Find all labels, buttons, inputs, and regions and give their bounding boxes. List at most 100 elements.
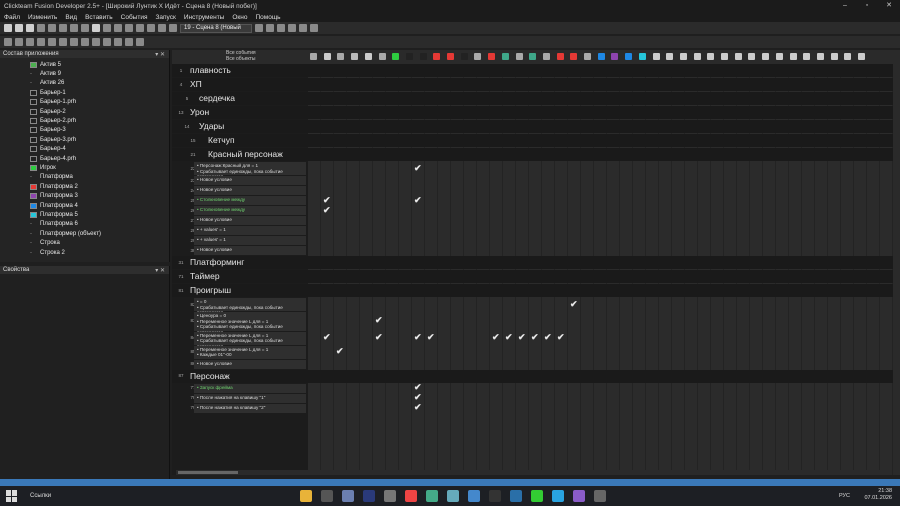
undo-icon[interactable] [70, 24, 78, 32]
taskbar-search[interactable]: Ссылки [30, 493, 51, 499]
menu-item-2[interactable]: Вид [65, 14, 77, 21]
object-column-icon[interactable] [310, 53, 317, 60]
object-column-icon[interactable] [447, 53, 454, 60]
frame-editor-icon[interactable] [136, 24, 144, 32]
action-check-icon[interactable]: ✔ [323, 205, 331, 216]
app-icon-2[interactable] [321, 490, 333, 502]
action-check-icon[interactable]: ✔ [414, 332, 422, 343]
action-check-icon[interactable]: ✔ [505, 332, 513, 343]
event-row[interactable]: 26 • Столкновение между ✔ [172, 205, 893, 216]
open-file-icon[interactable] [15, 24, 23, 32]
event-row[interactable]: 85 • Переменное значение L для = 1 • Кажды… [172, 345, 893, 359]
event-group[interactable]: 15 Кетчуп [172, 134, 893, 147]
run-frame-icon[interactable] [114, 24, 122, 32]
tree-item[interactable]: · Строка [0, 238, 169, 247]
event-row[interactable]: 30 • Новое условие [172, 246, 893, 255]
app-icon-9[interactable] [468, 490, 480, 502]
save-icon[interactable] [26, 24, 34, 32]
steam-icon[interactable] [510, 490, 522, 502]
language-indicator[interactable]: РУС [839, 493, 850, 499]
event-group[interactable]: 21 Красный персонаж [172, 148, 893, 161]
search-icon[interactable] [136, 38, 144, 46]
object-column-icon[interactable] [364, 53, 372, 60]
object-column-icon[interactable] [693, 53, 701, 60]
tree-item[interactable]: · Платформер (объект) [0, 229, 169, 238]
object-column-icon[interactable] [419, 53, 427, 60]
action-check-icon[interactable]: ✔ [375, 332, 383, 343]
condition-cell[interactable]: • + values' = 1 [194, 226, 306, 235]
condition-cell[interactable]: • После нажатия на клавишу "1" [194, 393, 306, 403]
object-column-icon[interactable] [803, 53, 811, 60]
condition-cell[interactable]: • Запуск фрейма [194, 383, 306, 393]
object-column-icon[interactable] [323, 53, 331, 60]
action-check-icon[interactable]: ✔ [531, 332, 539, 343]
object-column-icon[interactable] [707, 53, 715, 60]
tree-item[interactable]: Барьер-4.prh [0, 154, 169, 163]
toggle-icon[interactable] [37, 38, 45, 46]
redo-icon[interactable] [81, 24, 89, 32]
tree-item[interactable]: Платформа 4 [0, 201, 169, 210]
object-column-icon[interactable] [734, 53, 742, 60]
bookmark-icon[interactable] [70, 38, 78, 46]
event-row[interactable]: 27 • Новое условие [172, 216, 893, 225]
event-row[interactable]: 29 • + values' = 1 [172, 236, 893, 245]
expand-icon[interactable] [114, 38, 122, 46]
event-group[interactable]: 14 Удары [172, 120, 893, 133]
paste-icon[interactable] [59, 24, 67, 32]
system-clock[interactable]: 21:38 07.01.2026 [864, 488, 892, 502]
vertical-scrollbar[interactable] [893, 64, 900, 475]
object-column-icon[interactable] [584, 53, 591, 60]
text-icon[interactable] [59, 38, 67, 46]
layout-icon[interactable] [310, 24, 318, 32]
event-row[interactable]: 78 • После нажатия на клавишу "1" ✔ [172, 392, 893, 403]
action-check-icon[interactable]: ✔ [570, 299, 578, 310]
tree-item[interactable]: Барьер-4 [0, 145, 169, 154]
action-check-icon[interactable]: ✔ [323, 332, 331, 343]
condition-cell[interactable]: • Новое условие [194, 186, 306, 195]
action-check-icon[interactable]: ✔ [414, 402, 422, 413]
event-group[interactable]: 4 ХП [172, 78, 893, 91]
event-row[interactable]: 28 • + values' = 1 [172, 226, 893, 235]
insert-comment-icon[interactable] [15, 38, 23, 46]
object-column-icon[interactable] [515, 53, 523, 60]
app-icon-12[interactable] [531, 490, 543, 502]
tree-item[interactable]: Барьер-1 [0, 88, 169, 97]
condition-cell[interactable]: • Новое условие [194, 359, 306, 369]
find-icon[interactable] [48, 38, 56, 46]
help-icon[interactable] [92, 24, 100, 32]
condition-cell[interactable]: • Новое условие [194, 176, 306, 185]
object-column-icon[interactable] [830, 53, 838, 60]
tree-item[interactable]: Барьер-3 [0, 126, 169, 135]
data-elements-icon[interactable] [169, 24, 177, 32]
zoom-icon[interactable] [299, 24, 307, 32]
collapse-icon[interactable] [125, 38, 133, 46]
horizontal-scrollbar[interactable] [176, 470, 892, 475]
scroll-thumb[interactable] [178, 471, 238, 474]
condition-cell[interactable]: • Новое условие [194, 216, 306, 225]
object-column-icon[interactable] [542, 53, 550, 60]
condition-cell[interactable]: • = 0 • Срабатывает единожды, пока событи… [194, 298, 306, 315]
event-row[interactable]: 23 • Новое условие [172, 176, 893, 185]
app-icon-10[interactable] [489, 490, 501, 502]
condition-cell[interactable]: • Переменное значение L для = 1 • Каждые … [194, 345, 306, 359]
tree-item[interactable]: Барьер-3.prh [0, 135, 169, 144]
object-column-icon[interactable] [679, 53, 687, 60]
object-column-icon[interactable] [351, 53, 359, 60]
insert-event-icon[interactable] [4, 38, 12, 46]
new-file-icon[interactable] [4, 24, 12, 32]
event-row[interactable]: 86 • Новое условие [172, 359, 893, 369]
object-column-icon[interactable] [625, 53, 633, 60]
action-check-icon[interactable]: ✔ [375, 315, 383, 326]
telegram-icon[interactable] [552, 490, 564, 502]
condition-cell[interactable]: • + values' = 1 [194, 236, 306, 245]
action-check-icon[interactable]: ✔ [492, 332, 500, 343]
tree-item[interactable]: Актив 5 [0, 60, 169, 69]
object-column-icon[interactable] [337, 53, 345, 60]
menu-item-8[interactable]: Помощь [255, 14, 280, 21]
object-column-icon[interactable] [611, 53, 619, 60]
event-group[interactable]: 81 Проигрыш [172, 284, 893, 297]
chrome-icon-2[interactable] [426, 490, 438, 502]
object-column-icon[interactable] [556, 53, 564, 60]
object-column-icon[interactable] [378, 53, 386, 60]
object-column-icon[interactable] [789, 53, 797, 60]
